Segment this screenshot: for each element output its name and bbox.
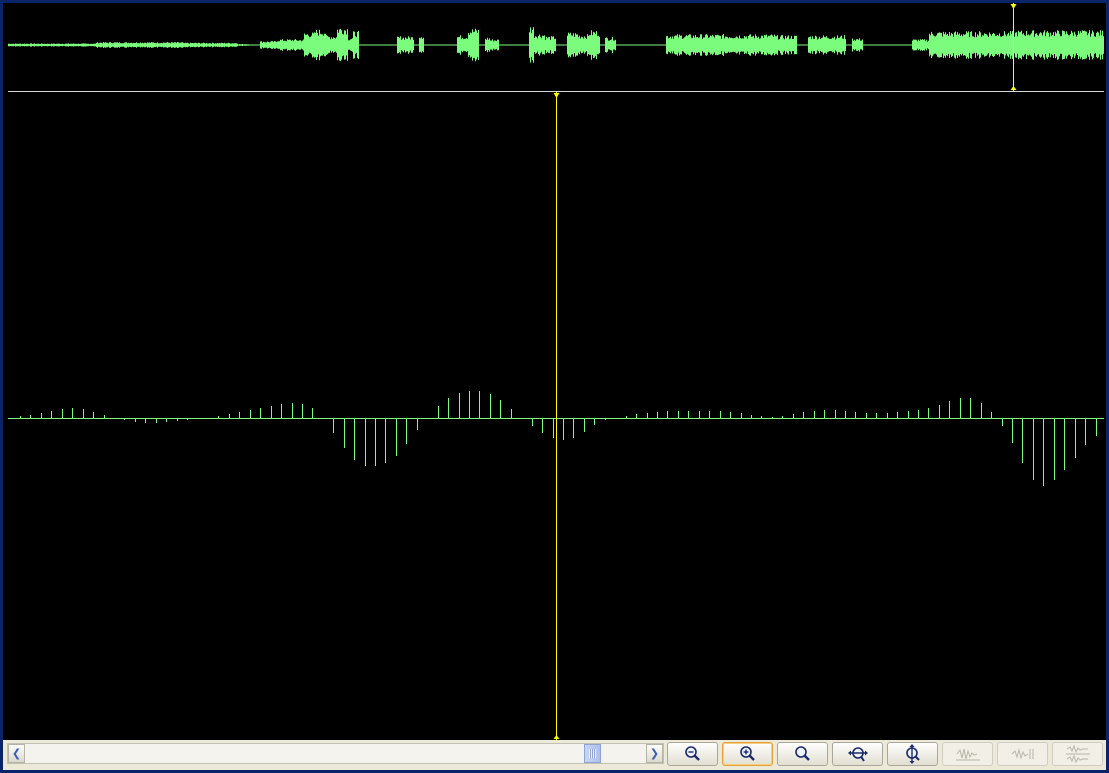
detail-waveform[interactable]	[8, 92, 1104, 740]
waveform-editor: ❮ ❯	[3, 3, 1106, 770]
bottom-toolbar: ❮ ❯	[3, 740, 1106, 770]
waveform-split-button[interactable]	[997, 742, 1048, 766]
zoom-horizontal-button[interactable]	[832, 742, 883, 766]
zoom-vertical-icon	[905, 744, 920, 764]
waveform-stack-icon	[1065, 745, 1090, 763]
zoom-in-button[interactable]	[722, 742, 773, 766]
zoom-out-button[interactable]	[667, 742, 718, 766]
horizontal-scrollbar[interactable]: ❮ ❯	[7, 743, 664, 764]
overview-waveform[interactable]	[8, 3, 1104, 91]
zoom-out-icon	[684, 746, 700, 761]
waveform-view-button[interactable]	[942, 742, 993, 766]
waveform-split-icon	[1011, 748, 1033, 760]
scrollbar-thumb[interactable]	[584, 744, 601, 763]
waveform-stack-button[interactable]	[1052, 742, 1103, 766]
cursor-top-marker	[1010, 4, 1017, 9]
zoom-vertical-button[interactable]	[887, 742, 938, 766]
chevron-right-icon[interactable]: ❯	[646, 744, 663, 763]
cursor-bottom-marker	[1010, 86, 1017, 90]
grip-icon	[589, 749, 596, 758]
overview-waveform-canvas[interactable]	[8, 3, 1104, 91]
zoom-in-icon	[739, 746, 755, 761]
zoom-normal-icon	[794, 746, 810, 761]
zoom-horizontal-icon	[847, 747, 868, 762]
detail-waveform-canvas[interactable]	[8, 92, 1104, 740]
cursor-bottom-marker	[553, 735, 560, 739]
overview-waveform-trace	[8, 27, 1104, 63]
cursor-top-marker	[553, 93, 560, 98]
zoom-normal-button[interactable]	[777, 742, 828, 766]
waveform-view-icon	[955, 748, 980, 761]
chevron-left-icon[interactable]: ❮	[8, 744, 25, 763]
